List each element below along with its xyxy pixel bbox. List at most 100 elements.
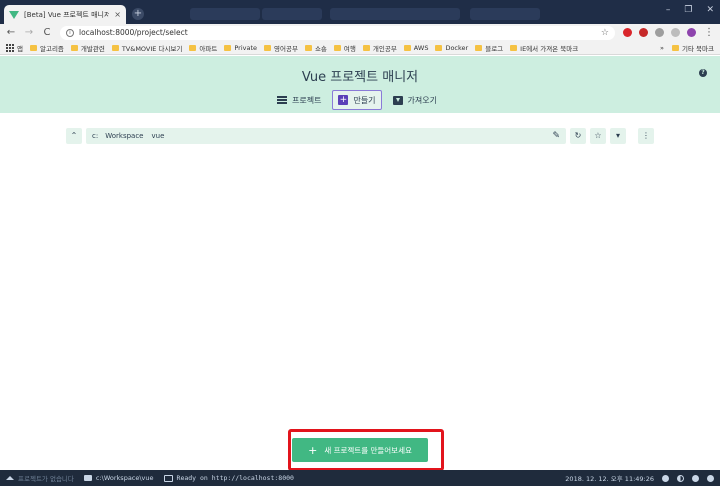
folder-icon [475, 44, 483, 51]
tab-import[interactable]: 가져오기 [388, 90, 442, 110]
new-tab-button[interactable]: + [132, 8, 144, 20]
path-breadcrumb: c: Workspace vue ✎ [86, 128, 566, 144]
bookmark-folder[interactable]: 블로그 [475, 43, 503, 53]
breadcrumb-drive[interactable]: c: [90, 132, 100, 140]
status-log[interactable]: Ready on http://localhost:8000 [163, 474, 294, 482]
favorite-star-button[interactable]: ☆ [590, 128, 606, 144]
folder-icon [83, 475, 92, 481]
bookmarks-bar: 앱 알고리즘 개발관련 TV&MOVIE 다시보기 아파트 Private 영어… [0, 41, 720, 55]
help-icon[interactable]: ? [699, 69, 707, 77]
vue-favicon-icon [9, 10, 19, 19]
status-right: 2018. 12. 12. 오후 11:49:26 [565, 473, 714, 483]
folder-icon [29, 44, 37, 51]
bookmark-folder[interactable]: 아파트 [189, 43, 217, 53]
app-header: Vue 프로젝트 매니저 ? 프로젝트 + 만들기 가져오기 [0, 56, 720, 113]
browser-tab-title: [Beta] Vue 프로젝트 매니저 - Vu [24, 10, 110, 19]
bookmark-folder[interactable]: 영어공부 [264, 43, 298, 53]
bookmark-folder[interactable]: Private [224, 44, 257, 52]
extensions [623, 28, 696, 37]
bookmark-star-icon[interactable]: ☆ [601, 28, 609, 38]
bookmarks-overflow-icon[interactable]: » [660, 44, 664, 52]
browser-tab-active[interactable]: [Beta] Vue 프로젝트 매니저 - Vu × [4, 5, 126, 24]
bookmark-folder[interactable]: 여행 [333, 43, 356, 53]
reset-plugins-icon[interactable] [707, 474, 714, 482]
forward-icon[interactable]: → [24, 27, 34, 38]
breadcrumb-segment[interactable]: Workspace [102, 132, 146, 140]
folder-icon [362, 44, 370, 51]
tab-label: 가져오기 [407, 95, 437, 105]
back-icon[interactable]: ← [6, 27, 16, 38]
background-tab[interactable] [330, 8, 460, 20]
parent-folder-button[interactable]: ⌃ [66, 128, 82, 144]
opera-extension-icon[interactable] [623, 28, 632, 37]
address-bar[interactable]: i localhost:8000/project/select ☆ [60, 25, 615, 40]
folder-icon [672, 44, 680, 51]
site-info-icon[interactable]: i [66, 28, 74, 37]
maximize-icon[interactable]: ❐ [684, 5, 692, 15]
bookmark-folder[interactable]: AWS [403, 44, 428, 52]
background-tab[interactable] [262, 8, 322, 20]
url-text[interactable]: localhost:8000/project/select [79, 28, 596, 37]
list-icon [277, 96, 287, 104]
folder-icon [435, 44, 443, 51]
language-icon[interactable] [692, 474, 699, 482]
tab-label: 만들기 [353, 95, 376, 105]
status-cwd[interactable]: c:\Workspace\vue [83, 474, 154, 482]
window-controls: – ❐ ✕ [666, 5, 714, 15]
browser-toolbar: ← → C i localhost:8000/project/select ☆ … [0, 24, 720, 41]
other-bookmarks[interactable]: 기타 북마크 [672, 43, 714, 53]
background-tab[interactable] [470, 8, 540, 20]
more-options-button[interactable]: ⋮ [638, 128, 654, 144]
bookmark-folder[interactable]: 쇼숑 [304, 43, 327, 53]
add-box-icon: + [338, 95, 349, 105]
folder-icon [403, 44, 411, 51]
window-close-icon[interactable]: ✕ [706, 5, 714, 15]
status-current-project[interactable]: 프로젝트가 없습니다 [6, 473, 74, 483]
edit-path-icon[interactable]: ✎ [550, 131, 562, 141]
bookmarks-right: » 기타 북마크 [660, 43, 714, 53]
folder-icon [224, 44, 232, 51]
page-title: Vue 프로젝트 매니저 [301, 70, 419, 85]
refresh-button[interactable]: ↻ [570, 128, 586, 144]
tab-projects[interactable]: 프로젝트 [272, 90, 326, 110]
extension-icon[interactable] [655, 28, 664, 37]
bookmark-folder[interactable]: 개인공부 [362, 43, 397, 53]
adblock-extension-icon[interactable] [639, 28, 648, 37]
console-icon [163, 474, 173, 482]
status-datetime: 2018. 12. 12. 오후 11:49:26 [565, 475, 654, 483]
breadcrumb-segment[interactable]: vue [148, 132, 167, 140]
bookmark-folder[interactable]: 알고리즘 [29, 43, 64, 53]
extension-icon[interactable] [671, 28, 680, 37]
create-new-project-button[interactable]: + 새 프로젝트를 만들어보세요 [292, 438, 428, 462]
dark-mode-icon[interactable] [677, 474, 684, 482]
folder-icon [304, 44, 312, 51]
status-bar: 프로젝트가 없습니다 c:\Workspace\vue Ready on htt… [0, 470, 720, 486]
minimize-icon[interactable]: – [666, 5, 671, 15]
folder-icon [264, 44, 272, 51]
browser-menu-icon[interactable]: ⋮ [704, 27, 714, 38]
bookmark-folder[interactable]: IE에서 가져온 북마크 [510, 43, 578, 53]
profile-avatar[interactable] [687, 28, 696, 37]
background-tab[interactable] [190, 8, 260, 20]
folder-path-bar: ⌃ c: Workspace vue ✎ ↻ ☆ ▾ ⋮ [66, 128, 654, 144]
favorites-dropdown-button[interactable]: ▾ [610, 128, 626, 144]
bookmark-apps[interactable]: 앱 [6, 43, 23, 53]
bookmark-folder[interactable]: TV&MOVIE 다시보기 [111, 43, 182, 53]
folder-icon [70, 44, 78, 51]
folder-icon [111, 44, 119, 51]
tab-label: 프로젝트 [292, 95, 322, 105]
apps-grid-icon [6, 43, 14, 52]
import-icon [392, 95, 403, 105]
bookmark-folder[interactable]: 개발관련 [70, 43, 105, 53]
project-nav-tabs: 프로젝트 + 만들기 가져오기 [272, 90, 442, 110]
home-icon [6, 476, 14, 480]
plus-icon: + [308, 443, 318, 457]
report-bug-icon[interactable] [662, 474, 669, 482]
tab-create[interactable]: + 만들기 [332, 90, 382, 110]
browser-tabstrip: [Beta] Vue 프로젝트 매니저 - Vu × + – ❐ ✕ [0, 0, 720, 24]
folder-icon [189, 44, 197, 51]
bookmark-folder[interactable]: Docker [435, 44, 468, 52]
tab-close-icon[interactable]: × [114, 10, 121, 19]
create-button-label: 새 프로젝트를 만들어보세요 [324, 445, 412, 455]
reload-icon[interactable]: C [42, 27, 52, 38]
